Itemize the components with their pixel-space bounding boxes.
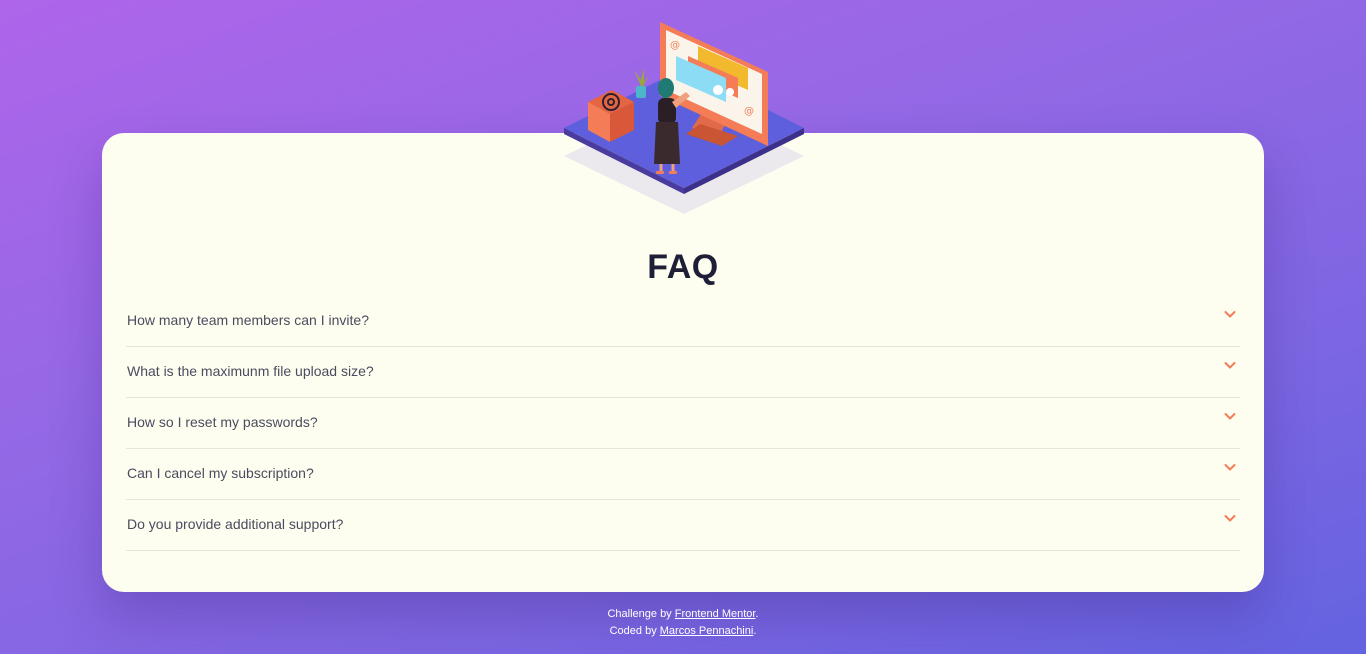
chevron-down-icon[interactable] xyxy=(1224,514,1236,524)
faq-question: How so I reset my passwords? xyxy=(127,414,318,430)
faq-list: How many team members can I invite? What… xyxy=(126,296,1240,551)
attribution-prefix: Challenge by xyxy=(607,608,675,620)
faq-item[interactable]: Can I cancel my subscription? xyxy=(126,449,1240,500)
attribution-suffix: . xyxy=(753,625,757,637)
faq-item[interactable]: How many team members can I invite? xyxy=(126,296,1240,347)
chevron-down-icon[interactable] xyxy=(1224,310,1236,320)
svg-text:@: @ xyxy=(670,40,680,51)
attribution-suffix: . xyxy=(755,608,759,620)
faq-item[interactable]: How so I reset my passwords? xyxy=(126,398,1240,449)
faq-question: Do you provide additional support? xyxy=(127,516,344,532)
chevron-down-icon[interactable] xyxy=(1224,361,1236,371)
frontend-mentor-link[interactable]: Frontend Mentor xyxy=(675,608,756,620)
faq-question: How many team members can I invite? xyxy=(127,312,369,328)
attribution-line-challenge: Challenge by Frontend Mentor. xyxy=(0,606,1366,623)
woman-online-illustration: @ @ xyxy=(564,22,804,214)
faq-question: What is the maximunm file upload size? xyxy=(127,363,374,379)
svg-text:@: @ xyxy=(744,106,754,117)
attribution-line-coder: Coded by Marcos Pennachini. xyxy=(0,623,1366,640)
attribution-prefix: Coded by xyxy=(609,625,660,637)
faq-item[interactable]: Do you provide additional support? xyxy=(126,500,1240,551)
faq-item[interactable]: What is the maximunm file upload size? xyxy=(126,347,1240,398)
faq-question: Can I cancel my subscription? xyxy=(127,465,314,481)
page-title: FAQ xyxy=(647,248,719,286)
author-link[interactable]: Marcos Pennachini xyxy=(660,625,754,637)
attribution-footer: Challenge by Frontend Mentor. Coded by M… xyxy=(0,606,1366,640)
chevron-down-icon[interactable] xyxy=(1224,463,1236,473)
chevron-down-icon[interactable] xyxy=(1224,412,1236,422)
